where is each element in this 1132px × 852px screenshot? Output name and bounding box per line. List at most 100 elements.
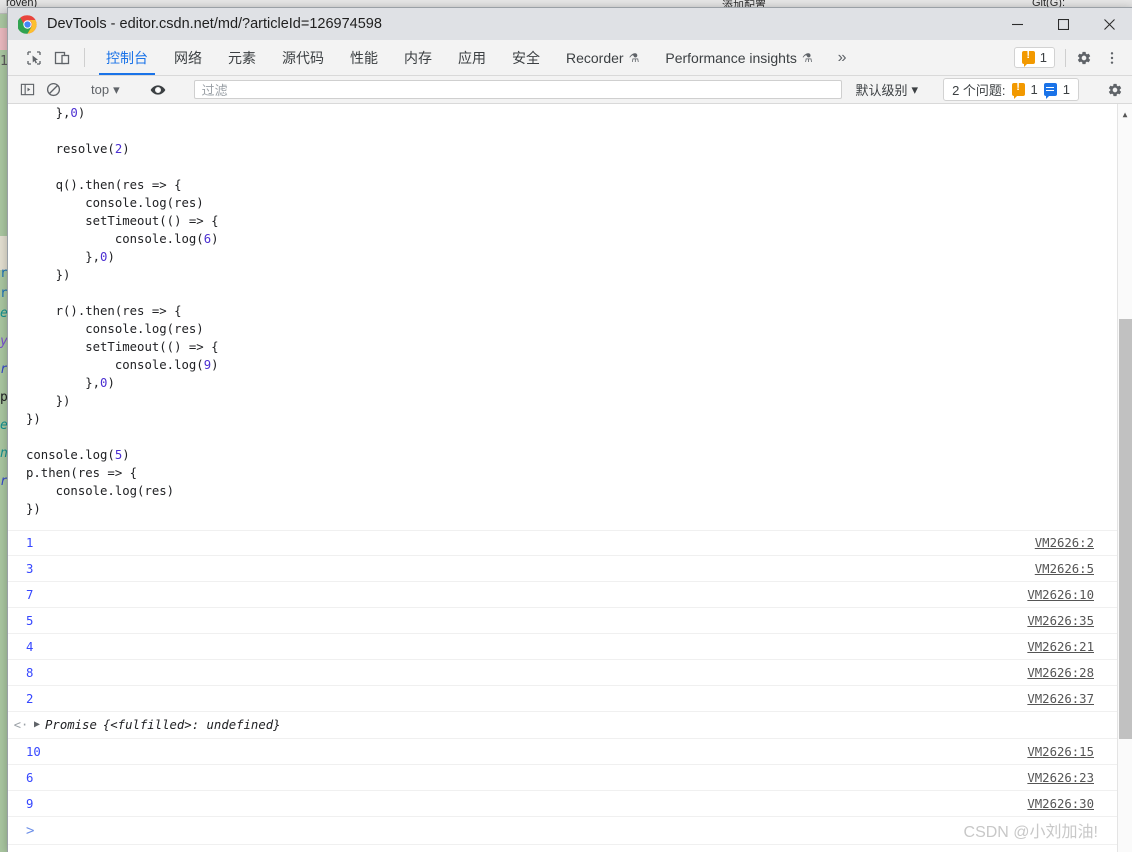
log-value: 2 — [26, 691, 34, 706]
tab-performance[interactable]: 性能 — [337, 40, 391, 75]
tab-elements-label: 元素 — [228, 49, 256, 66]
console-prompt-row[interactable]: > — [8, 817, 1132, 846]
bg-fragment-7: e — [0, 418, 8, 433]
tab-sources-label: 源代码 — [282, 49, 324, 66]
console-settings-gear-icon[interactable] — [1102, 77, 1128, 103]
toggle-device-toolbar-icon[interactable] — [48, 40, 76, 75]
log-value: 4 — [26, 639, 34, 654]
console-sidebar-icon[interactable] — [14, 77, 40, 103]
log-row[interactable]: 10 VM2626:15 — [8, 739, 1132, 766]
console-scrollbar[interactable]: ▲ — [1117, 104, 1132, 852]
result-body: {<fulfilled>: undefined} — [102, 718, 281, 733]
bg-fragment-0: 1 — [0, 54, 8, 69]
tab-recorder[interactable]: Recorder ⚗ — [553, 40, 652, 75]
console-toolbar: top ▾ 过滤 默认级别 ▾ 2 个问题: 1 1 — [8, 76, 1132, 104]
maximize-button[interactable] — [1040, 8, 1086, 40]
issues-summary[interactable]: 2 个问题: 1 1 — [943, 78, 1079, 101]
issues-warning-count: 1 — [1030, 82, 1038, 97]
log-row[interactable]: 7 VM2626:10 — [8, 582, 1132, 609]
log-row[interactable]: 5 VM2626:35 — [8, 608, 1132, 635]
bg-fragment-3: e — [0, 306, 8, 321]
tab-sources[interactable]: 源代码 — [269, 40, 337, 75]
tab-performance-insights[interactable]: Performance insights ⚗ — [652, 40, 825, 75]
log-source-link[interactable]: VM2626:30 — [1027, 795, 1094, 813]
clear-console-icon[interactable] — [40, 77, 66, 103]
log-value: 1 — [26, 536, 34, 551]
bg-fragment-5: r — [0, 362, 8, 377]
log-row[interactable]: 3 VM2626:5 — [8, 556, 1132, 583]
tab-application[interactable]: 应用 — [445, 40, 499, 75]
info-icon — [1043, 83, 1057, 99]
beaker-icon: ⚗ — [801, 50, 813, 65]
chevron-down-icon: ▾ — [113, 81, 120, 97]
more-vertical-icon[interactable] — [1098, 50, 1126, 66]
tab-application-label: 应用 — [458, 49, 486, 66]
tab-memory[interactable]: 内存 — [391, 40, 445, 75]
minimize-button[interactable] — [994, 8, 1040, 40]
inspect-element-icon[interactable] — [20, 40, 48, 75]
log-source-link[interactable]: VM2626:37 — [1027, 690, 1094, 708]
tab-performance-label: 性能 — [350, 49, 378, 66]
warning-badge[interactable]: 1 — [1013, 47, 1055, 68]
disclosure-triangle-icon[interactable]: ▶ — [34, 716, 40, 734]
console-output-area[interactable]: },0) resolve(2) q().then(res => { consol… — [8, 104, 1132, 852]
tab-recorder-label: Recorder — [566, 49, 624, 66]
log-source-link[interactable]: VM2626:5 — [1035, 560, 1094, 578]
scroll-up-arrow-icon[interactable]: ▲ — [1118, 106, 1132, 124]
tab-performance-insights-label: Performance insights — [665, 49, 797, 66]
scrollbar-thumb[interactable] — [1119, 319, 1132, 739]
tab-network[interactable]: 网络 — [161, 40, 215, 75]
log-value: 9 — [26, 796, 34, 811]
title-bar: DevTools - editor.csdn.net/md/?articleId… — [8, 8, 1132, 40]
log-source-link[interactable]: VM2626:23 — [1027, 769, 1094, 787]
right-divider — [1065, 48, 1066, 67]
log-level-select[interactable]: 默认级别 ▾ — [848, 80, 927, 99]
log-value: 3 — [26, 561, 34, 576]
log-source-link[interactable]: VM2626:2 — [1035, 534, 1094, 552]
result-type: Promise — [45, 718, 97, 733]
issues-info-count: 1 — [1062, 82, 1070, 97]
log-source-link[interactable]: VM2626:15 — [1027, 743, 1094, 761]
log-source-link[interactable]: VM2626:10 — [1027, 586, 1094, 604]
filter-input[interactable]: 过滤 — [193, 80, 842, 99]
log-row[interactable]: 2 VM2626:37 — [8, 686, 1132, 713]
devtools-window: DevTools - editor.csdn.net/md/?articleId… — [8, 8, 1132, 852]
log-level-label: 默认级别 — [855, 83, 908, 98]
toolbar-divider — [84, 48, 85, 67]
log-value: 10 — [26, 744, 41, 759]
issues-label: 2 个问题: — [952, 83, 1006, 98]
tab-security[interactable]: 安全 — [499, 40, 553, 75]
chevron-down-icon: ▾ — [911, 81, 919, 97]
tab-console[interactable]: 控制台 — [93, 40, 161, 75]
window-title: DevTools - editor.csdn.net/md/?articleId… — [47, 16, 382, 32]
bg-fragment-9: r — [0, 474, 8, 489]
execution-context-select[interactable]: top ▾ — [83, 82, 128, 98]
log-source-link[interactable]: VM2626:28 — [1027, 664, 1094, 682]
gear-icon[interactable] — [1070, 50, 1098, 66]
more-tabs-button[interactable]: » — [826, 40, 859, 75]
log-row[interactable]: 6 VM2626:23 — [8, 765, 1132, 792]
prompt-chevron-icon: > — [26, 822, 35, 839]
live-expression-eye-icon[interactable] — [145, 77, 171, 103]
log-value: 7 — [26, 587, 34, 602]
log-value: 8 — [26, 665, 34, 680]
tab-memory-label: 内存 — [404, 49, 432, 66]
log-value: 6 — [26, 770, 34, 785]
devtools-tab-strip: 控制台 网络 元素 源代码 性能 内存 应用 安全 Recorder ⚗ Per… — [8, 40, 1132, 76]
warning-icon — [1011, 81, 1025, 99]
log-row[interactable]: 9 VM2626:30 — [8, 791, 1132, 818]
return-arrow-icon: <· — [13, 718, 29, 733]
window-controls — [994, 8, 1132, 40]
tabstrip-right-controls: 1 — [1013, 40, 1132, 75]
log-row[interactable]: 8 VM2626:28 — [8, 660, 1132, 687]
log-row[interactable]: 4 VM2626:21 — [8, 634, 1132, 661]
tab-elements[interactable]: 元素 — [215, 40, 269, 75]
log-row[interactable]: 1 VM2626:2 — [8, 530, 1132, 557]
close-button[interactable] — [1086, 8, 1132, 40]
log-source-link[interactable]: VM2626:35 — [1027, 612, 1094, 630]
tab-network-label: 网络 — [174, 49, 202, 66]
tab-console-label: 控制台 — [106, 49, 148, 66]
warning-count: 1 — [1039, 50, 1047, 65]
evaluation-result-row[interactable]: <· ▶ Promise {<fulfilled>: undefined} — [8, 712, 1132, 740]
log-source-link[interactable]: VM2626:21 — [1027, 638, 1094, 656]
